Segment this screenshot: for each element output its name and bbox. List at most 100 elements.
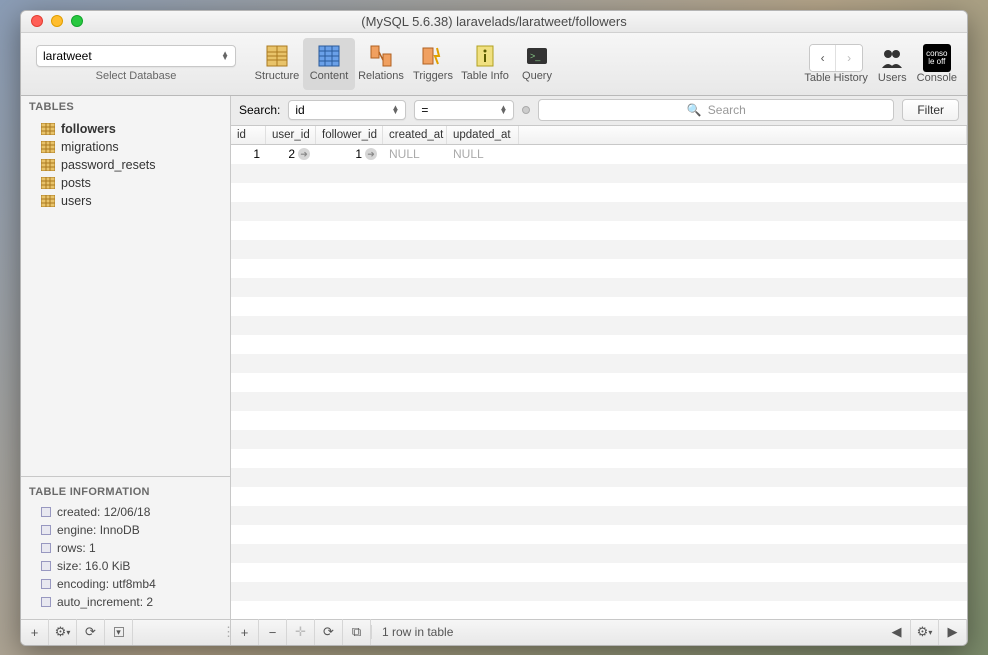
history-label: Table History <box>804 72 868 84</box>
duplicate-row-button[interactable]: ✛ <box>287 619 315 645</box>
tab-tableinfo-label: Table Info <box>461 70 509 82</box>
tab-triggers[interactable]: Triggers <box>407 38 459 90</box>
popup-updown-icon: ▲▼ <box>391 106 399 114</box>
table-row[interactable] <box>231 259 967 278</box>
console-label: Console <box>917 72 957 84</box>
refresh-tables-button[interactable]: ⟳ <box>77 619 105 645</box>
titlebar: (MySQL 5.6.38) laravelads/laratweet/foll… <box>21 11 967 33</box>
search-operator-select[interactable]: = ▲▼ <box>414 100 514 120</box>
column-header-created-at[interactable]: created_at <box>383 126 447 144</box>
table-row[interactable] <box>231 487 967 506</box>
users-button[interactable]: Users <box>878 44 907 84</box>
table-item-migrations[interactable]: migrations <box>21 138 230 156</box>
table-row[interactable] <box>231 430 967 449</box>
table-row[interactable] <box>231 468 967 487</box>
remove-row-button[interactable]: − <box>259 619 287 645</box>
table-item-label: password_resets <box>61 158 156 172</box>
cell-user-id[interactable]: 2➜ <box>266 145 316 164</box>
fk-arrow-icon[interactable]: ➜ <box>365 148 377 160</box>
history-forward-icon[interactable]: › <box>836 45 862 71</box>
table-row[interactable] <box>231 582 967 601</box>
tables-list: followers migrations password_resetsposts u… <box>21 118 230 476</box>
table-row[interactable] <box>231 392 967 411</box>
table-row[interactable] <box>231 278 967 297</box>
data-grid[interactable]: 12➜1➜NULLNULL <box>231 145 967 619</box>
database-selector[interactable]: laratweet ▲▼ <box>36 45 236 67</box>
console-button[interactable]: conso le off Console <box>917 44 957 84</box>
column-header-follower-id[interactable]: follower_id <box>316 126 383 144</box>
cell-updated-at[interactable]: NULL <box>447 145 519 164</box>
tab-table-info[interactable]: Table Info <box>459 38 511 90</box>
table-row[interactable] <box>231 183 967 202</box>
users-icon <box>878 44 906 72</box>
cell-id[interactable]: 1 <box>231 145 266 164</box>
info-bullet-icon <box>41 579 51 589</box>
table-item-posts[interactable]: posts <box>21 174 230 192</box>
content-icon <box>315 42 343 70</box>
tab-structure[interactable]: Structure <box>251 38 303 90</box>
page-actions-gear-button[interactable]: ⚙▾ <box>911 619 939 645</box>
table-row[interactable] <box>231 221 967 240</box>
table-row[interactable] <box>231 202 967 221</box>
table-row[interactable] <box>231 354 967 373</box>
column-header-user-id[interactable]: user_id <box>266 126 316 144</box>
table-row[interactable] <box>231 335 967 354</box>
table-actions-gear-button[interactable]: ⚙▾ <box>49 619 77 645</box>
window-title: (MySQL 5.6.38) laravelads/laratweet/foll… <box>21 14 967 29</box>
sidebar-resize-handle[interactable]: ⋮⋮ <box>222 624 230 640</box>
relations-icon <box>367 42 395 70</box>
table-row[interactable] <box>231 240 967 259</box>
refresh-rows-button[interactable]: ⟳ <box>315 619 343 645</box>
add-row-button[interactable]: + <box>231 619 259 645</box>
tab-relations-label: Relations <box>358 70 404 82</box>
search-bar: Search: id ▲▼ = ▲▼ 🔍 Search Filter <box>231 96 967 126</box>
toggle-info-button[interactable]: ▾ <box>105 619 133 645</box>
collapse-icon: ▾ <box>114 627 124 637</box>
table-row[interactable] <box>231 316 967 335</box>
prev-page-button[interactable]: ◀ <box>883 619 911 645</box>
table-row[interactable] <box>231 297 967 316</box>
table-row[interactable] <box>231 525 967 544</box>
table-item-label: users <box>61 194 92 208</box>
info-bullet-icon <box>41 543 51 553</box>
tab-query[interactable]: >_ Query <box>511 38 563 90</box>
table-row[interactable] <box>231 411 967 430</box>
table-row[interactable] <box>231 373 967 392</box>
table-history-button[interactable]: ‹ › Table History <box>804 44 868 84</box>
search-label: Search: <box>239 103 280 117</box>
tables-header: TABLES <box>21 96 230 118</box>
table-row[interactable] <box>231 164 967 183</box>
copy-row-button[interactable]: ⧉ <box>343 619 371 645</box>
table-icon <box>41 141 55 153</box>
table-item-password_resets[interactable]: password_resets <box>21 156 230 174</box>
console-icon: conso le off <box>923 44 951 72</box>
search-field-value: id <box>295 103 304 117</box>
table-row[interactable] <box>231 544 967 563</box>
table-item-label: posts <box>61 176 91 190</box>
cell-created-at[interactable]: NULL <box>383 145 447 164</box>
search-input[interactable]: 🔍 Search <box>538 99 894 121</box>
column-header-id[interactable]: id <box>231 126 266 144</box>
table-item-label: followers <box>61 122 116 136</box>
table-row[interactable] <box>231 563 967 582</box>
add-table-button[interactable]: + <box>21 619 49 645</box>
tab-relations[interactable]: Relations <box>355 38 407 90</box>
filter-button[interactable]: Filter <box>902 99 959 121</box>
table-row[interactable] <box>231 449 967 468</box>
search-field-select[interactable]: id ▲▼ <box>288 100 406 120</box>
table-row[interactable] <box>231 506 967 525</box>
next-page-button[interactable]: ▶ <box>939 619 967 645</box>
table-row[interactable]: 12➜1➜NULLNULL <box>231 145 967 164</box>
info-item: auto_increment: 2 <box>29 593 222 611</box>
table-item-followers[interactable]: followers <box>21 120 230 138</box>
fk-arrow-icon[interactable]: ➜ <box>298 148 310 160</box>
refresh-icon: ⟳ <box>323 624 334 640</box>
table-row[interactable] <box>231 601 967 619</box>
history-back-icon[interactable]: ‹ <box>810 45 836 71</box>
tab-content[interactable]: Content <box>303 38 355 90</box>
info-bullet-icon <box>41 561 51 571</box>
column-header-updated-at[interactable]: updated_at <box>447 126 519 144</box>
svg-text:>_: >_ <box>530 51 541 61</box>
cell-follower-id[interactable]: 1➜ <box>316 145 383 164</box>
table-item-users[interactable]: users <box>21 192 230 210</box>
